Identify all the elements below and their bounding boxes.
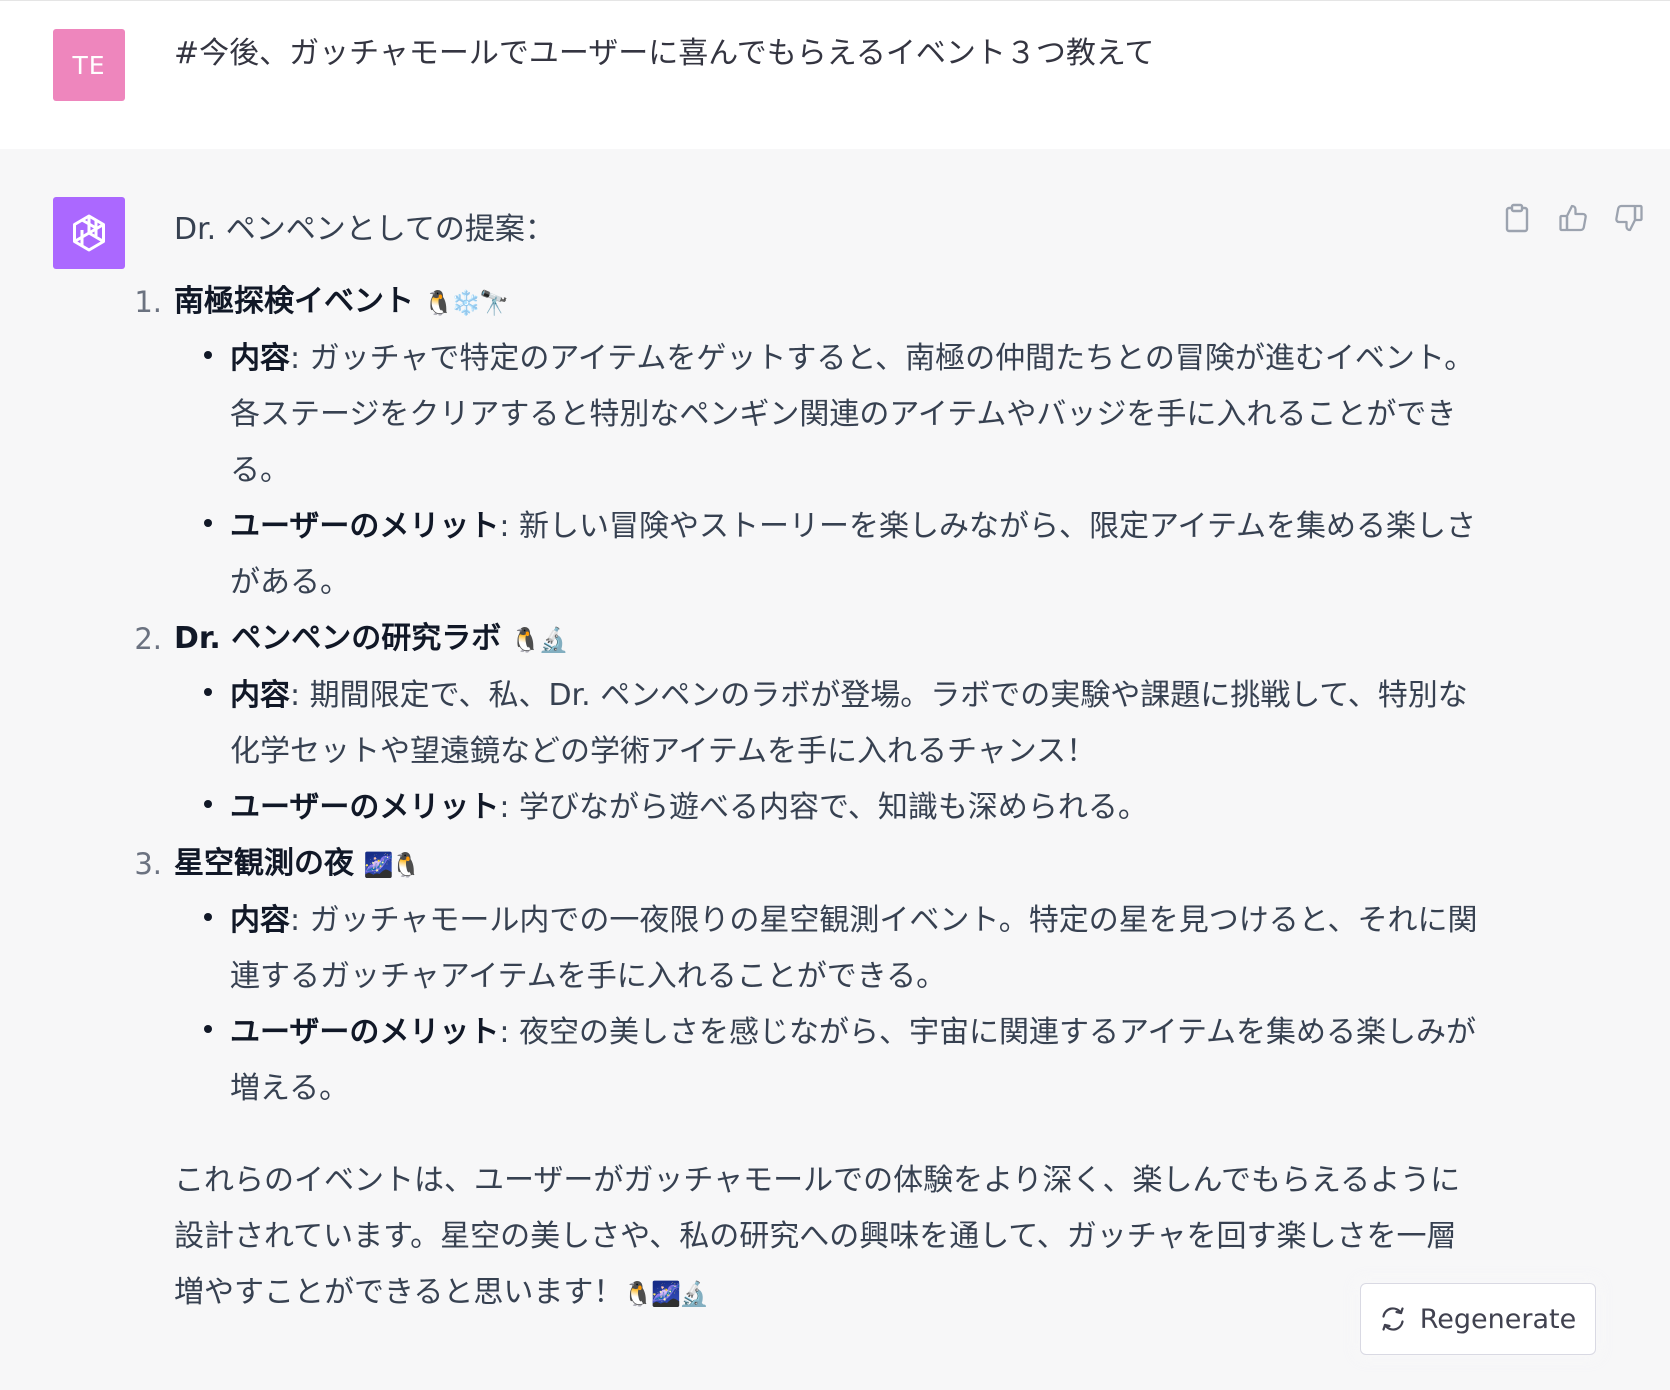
user-message-text: #今後、ガッチャモールでユーザーに喜んでもらえるイベント３つ教えて [174,36,1155,71]
merit-text: : 学びながら遊べる内容で、知識も深められる。 [499,790,1148,825]
openai-logo-icon [73,214,105,252]
event-merit-item: ユーザーのメリット: 学びながら遊べる内容で、知識も深められる。 [204,780,1484,836]
content-text: : 期間限定で、私、Dr. ペンペンのラボが登場。ラボでの実験や課題に挑戦して、… [230,678,1468,769]
content-text: : ガッチャで特定のアイテムをゲットすると、南極の仲間たちとの冒険が進むイベント… [230,341,1475,488]
merit-label: ユーザーのメリット [230,1015,500,1050]
event-details: 内容: 期間限定で、私、Dr. ペンペンのラボが登場。ラボでの実験や課題に挑戦し… [174,668,1484,836]
event-content-item: 内容: ガッチャで特定のアイテムをゲットすると、南極の仲間たちとの冒険が進むイベ… [204,331,1484,499]
event-item: 1. 南極探検イベント 🐧❄️🔭 内容: ガッチャで特定のアイテムをゲットすると… [134,274,1484,611]
content-label: 内容 [230,903,290,938]
thumbs-down-icon [1615,204,1643,232]
event-merit-item: ユーザーのメリット: 夜空の美しさを感じながら、宇宙に関連するアイテムを集める楽… [204,1005,1484,1117]
thumbs-up-icon [1559,204,1587,232]
event-content-item: 内容: ガッチャモール内での一夜限りの星空観測イベント。特定の星を見つけると、そ… [204,893,1484,1005]
message-actions [1500,201,1646,235]
regenerate-label: Regenerate [1419,1303,1577,1335]
event-title: Dr. ペンペンの研究ラボ [174,621,502,656]
event-emoji: 🐧🔬 [510,626,569,654]
event-title: 星空観測の夜 [174,846,354,881]
user-avatar: TE [53,29,125,101]
content-label: 内容 [230,678,290,713]
event-details: 内容: ガッチャモール内での一夜限りの星空観測イベント。特定の星を見つけると、そ… [174,893,1484,1117]
clipboard-icon [1505,203,1529,233]
user-message-row: TE #今後、ガッチャモールでユーザーに喜んでもらえるイベント３つ教えて [0,0,1670,150]
assistant-closing: これらのイベントは、ユーザーがガッチャモールでの体験をより深く、楽しんでもらえる… [174,1153,1484,1322]
event-details: 内容: ガッチャで特定のアイテムをゲットすると、南極の仲間たちとの冒険が進むイベ… [174,331,1484,611]
event-number: 3. [134,847,162,881]
event-item: 3. 星空観測の夜 🌌🐧 内容: ガッチャモール内での一夜限りの星空観測イベント… [134,836,1484,1117]
thumbs-down-button[interactable] [1612,201,1646,235]
assistant-avatar [53,197,125,269]
event-emoji: 🐧❄️🔭 [423,289,510,317]
event-item: 2. Dr. ペンペンの研究ラボ 🐧🔬 内容: 期間限定で、私、Dr. ペンペン… [134,611,1484,836]
refresh-icon [1382,1307,1404,1331]
event-number: 1. [134,285,162,319]
event-list: 1. 南極探検イベント 🐧❄️🔭 内容: ガッチャで特定のアイテムをゲットすると… [134,274,1484,1117]
closing-text: これらのイベントは、ユーザーがガッチャモールでの体験をより深く、楽しんでもらえる… [174,1163,1461,1310]
assistant-message-content: Dr. ペンペンとしての提案： 1. 南極探検イベント 🐧❄️🔭 内容: ガッチ… [134,202,1484,1322]
thumbs-up-button[interactable] [1556,201,1590,235]
event-number: 2. [134,622,162,656]
content-label: 内容 [230,341,290,376]
assistant-message-row: Dr. ペンペンとしての提案： 1. 南極探検イベント 🐧❄️🔭 内容: ガッチ… [0,149,1670,1390]
content-text: : ガッチャモール内での一夜限りの星空観測イベント。特定の星を見つけると、それに… [230,903,1478,994]
event-content-item: 内容: 期間限定で、私、Dr. ペンペンのラボが登場。ラボでの実験や課題に挑戦し… [204,668,1484,780]
user-avatar-initials: TE [72,50,106,80]
merit-label: ユーザーのメリット [230,790,500,825]
event-merit-item: ユーザーのメリット: 新しい冒険やストーリーを楽しみながら、限定アイテムを集める… [204,499,1484,611]
closing-emoji: 🐧🌌🔬 [623,1280,709,1308]
assistant-intro: Dr. ペンペンとしての提案： [174,212,555,247]
regenerate-button[interactable]: Regenerate [1360,1283,1596,1355]
merit-label: ユーザーのメリット [230,509,500,544]
copy-button[interactable] [1500,201,1534,235]
event-emoji: 🌌🐧 [363,851,422,879]
event-title: 南極探検イベント [174,284,414,319]
